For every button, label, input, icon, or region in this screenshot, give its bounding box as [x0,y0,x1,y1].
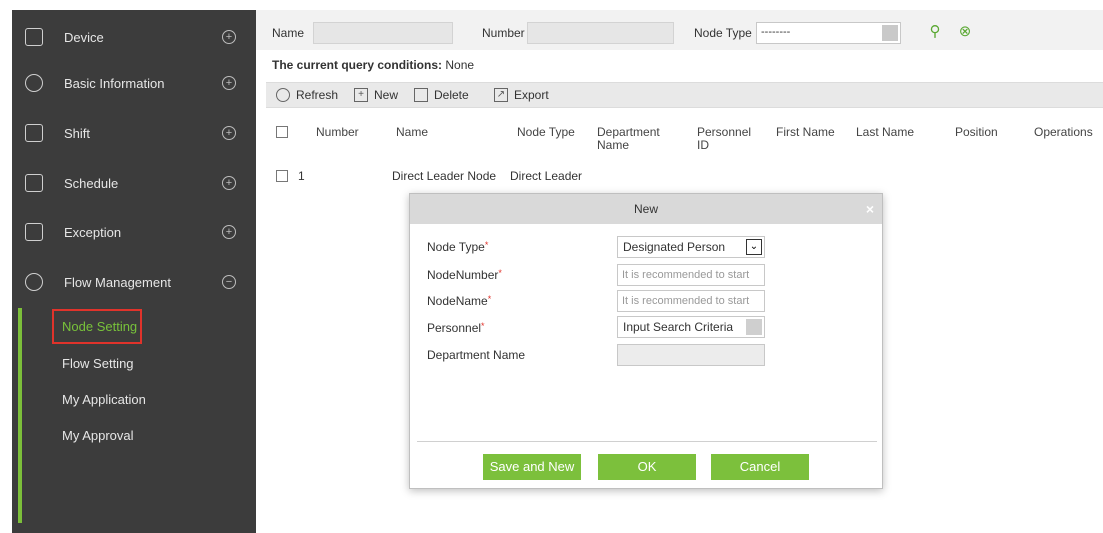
refresh-button[interactable]: Refresh [276,88,338,102]
new-label: New [374,88,399,102]
node-type-select[interactable]: -------- [756,22,901,44]
menu-item-basic-information[interactable]: Basic Information + [12,58,256,108]
node-number-input[interactable]: It is recommended to start [617,264,765,286]
node-name-field-label: NodeName* [427,294,492,308]
menu-item-label: Exception [64,224,122,240]
dialog-header: New × [410,194,882,224]
delete-icon [414,88,428,102]
row-number: 1 [298,169,305,183]
device-icon [25,28,43,46]
schedule-icon [25,174,43,192]
number-input[interactable] [527,22,674,44]
new-icon: + [354,88,368,102]
export-button[interactable]: ↗ Export [494,88,549,102]
dropdown-arrow-icon [746,319,762,335]
expand-icon[interactable]: + [222,126,236,140]
name-label: Name [272,26,305,40]
column-header-last-name[interactable]: Last Name [856,126,914,139]
node-type-field-value: Designated Person [623,240,726,254]
menu-item-shift[interactable]: Shift + [12,108,256,158]
close-icon[interactable]: × [866,194,874,224]
row-name: Direct Leader Node [392,169,497,183]
name-input[interactable] [313,22,453,44]
refresh-label: Refresh [296,88,339,102]
department-field-label: Department Name [427,348,526,362]
menu-item-device[interactable]: Device + [12,12,256,62]
sidebar-accent-bar [18,308,22,523]
ok-button[interactable]: OK [598,454,696,480]
node-setting-highlight [52,309,142,344]
expand-icon[interactable]: + [222,176,236,190]
select-all-checkbox[interactable] [276,126,288,138]
node-name-input[interactable]: It is recommended to start [617,290,765,312]
export-icon: ↗ [494,88,508,102]
department-input [617,344,765,366]
shift-icon [25,124,43,142]
node-type-field-select[interactable]: Designated Person ⌄ [617,236,765,258]
row-node-type: Direct Leader [510,169,583,183]
menu-item-label: Basic Information [64,75,165,91]
column-header-first-name[interactable]: First Name [776,126,835,139]
refresh-icon [276,88,290,102]
menu-item-flow-management[interactable]: Flow Management − [12,257,256,307]
dialog-title: New [633,202,658,216]
save-and-new-button[interactable]: Save and New [483,454,581,480]
menu-item-label: Flow Management [64,274,171,290]
exception-icon [25,223,43,241]
node-type-value: -------- [761,26,791,38]
personnel-value: Input Search Criteria [623,320,734,334]
column-header-node-type[interactable]: Node Type [517,126,575,139]
column-header-position[interactable]: Position [955,126,998,139]
expand-icon[interactable]: + [222,30,236,44]
flow-management-icon [25,273,43,291]
column-header-department-name[interactable]: Department Name [597,126,667,152]
dropdown-arrow-icon [882,25,898,41]
column-header-operations[interactable]: Operations [1034,126,1093,139]
node-number-field-label: NodeNumber* [427,268,502,282]
personnel-select[interactable]: Input Search Criteria [617,316,765,338]
query-conditions-label: The current query conditions: [272,58,443,72]
new-button[interactable]: + New [354,88,398,102]
column-header-number[interactable]: Number [316,126,359,139]
menu-item-label: Schedule [64,175,119,191]
clear-icon[interactable]: ⊗ [956,23,974,41]
menu-item-schedule[interactable]: Schedule + [12,158,256,208]
node-type-field-label: Node Type* [427,240,489,254]
column-header-personnel-id[interactable]: Personnel ID [697,126,757,152]
expand-icon[interactable]: + [222,225,236,239]
row-checkbox[interactable] [276,170,288,182]
menu-item-exception[interactable]: Exception + [12,207,256,257]
new-node-dialog: New × Node Type* Designated Person ⌄ Nod… [409,193,883,489]
basic-info-icon [25,74,43,92]
delete-label: Delete [434,88,469,102]
export-label: Export [514,88,549,102]
dialog-footer-divider [417,441,877,442]
query-bar: Name Number Node Type -------- ⚲ ⊗ [256,10,1103,50]
menu-item-label: Shift [64,125,91,141]
column-header-name[interactable]: Name [396,126,428,139]
personnel-field-label: Personnel* [427,321,485,335]
number-label: Number [482,26,525,40]
expand-icon[interactable]: + [222,76,236,90]
collapse-icon[interactable]: − [222,275,236,289]
toolbar: Refresh + New Delete ↗ Export [266,82,1103,108]
query-conditions: The current query conditions: None [272,58,474,72]
chevron-down-icon: ⌄ [746,239,762,255]
sidebar-item-my-application[interactable]: My Application [62,392,146,407]
query-conditions-value: None [445,58,475,72]
cancel-button[interactable]: Cancel [711,454,809,480]
sidebar-item-my-approval[interactable]: My Approval [62,428,134,443]
menu-item-label: Device [64,29,104,45]
sidebar-item-flow-setting[interactable]: Flow Setting [62,356,134,371]
node-type-label: Node Type [694,26,752,40]
delete-button[interactable]: Delete [414,88,469,102]
search-icon[interactable]: ⚲ [926,23,944,41]
